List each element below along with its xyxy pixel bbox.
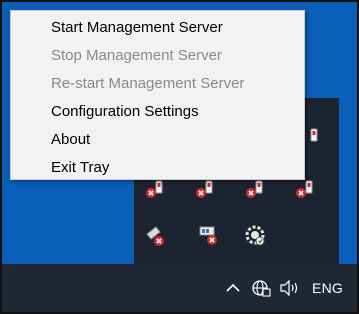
language-indicator[interactable]: ENG [312,280,343,296]
taskbar: ENG [2,264,357,312]
security-shield-error-icon[interactable] [142,224,170,248]
network-globe-icon[interactable] [250,278,272,298]
speaker-icon[interactable] [278,278,302,298]
menu-item-configuration-settings[interactable]: Configuration Settings [11,98,304,126]
menu-item-about[interactable]: About [11,126,304,154]
screenshot-frame: ENG Start Management Server Stop Managem… [0,0,359,314]
menu-item-stop-management-server[interactable]: Stop Management Server [11,42,304,70]
menu-item-start-management-server[interactable]: Start Management Server [11,14,304,42]
chevron-up-icon[interactable] [224,278,242,298]
menu-item-restart-management-server[interactable]: Re-start Management Server [11,70,304,98]
tray-context-menu: Start Management Server Stop Management … [10,10,305,180]
management-server-gear-icon[interactable] [242,224,270,248]
network-card-error-icon[interactable] [194,224,222,248]
menu-item-exit-tray[interactable]: Exit Tray [11,154,304,182]
